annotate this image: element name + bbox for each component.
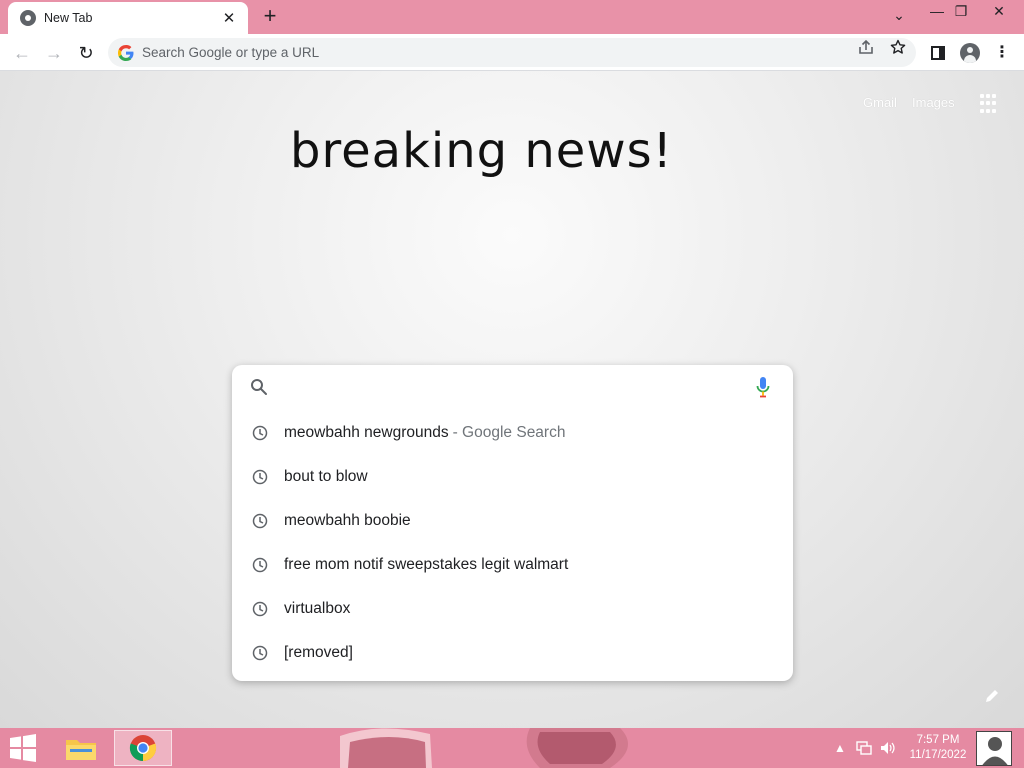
back-button[interactable]: ← [9,40,35,66]
taskbar-clock[interactable]: 7:57 PM 11/17/2022 [900,733,976,763]
suggestion-text: bout to blow [284,468,368,485]
file-explorer-icon [66,740,96,760]
volume-icon[interactable] [880,740,896,756]
images-link[interactable]: Images [912,95,955,110]
suggestion-item[interactable]: meowbahh newgrounds - Google Search [232,411,793,455]
search-row [232,365,793,409]
new-tab-button[interactable]: + [258,5,282,29]
wallpaper-peek [340,728,628,768]
clock-history-icon [252,601,268,617]
taskbar: ▲ 7:57 PM 11/17/2022 [0,728,1024,768]
reload-button[interactable]: ↻ [73,40,99,66]
chrome-icon [20,10,36,26]
pencil-icon[interactable] [984,688,1000,704]
suggestion-text: free mom notif sweepstakes legit walmart [284,556,569,573]
clock-history-icon [252,469,268,485]
side-panel-icon [931,46,945,60]
chrome-icon [129,735,157,762]
profile-button[interactable] [958,41,982,65]
clock-history-icon [252,425,268,441]
clock-date: 11/17/2022 [909,749,967,761]
tab-title: New Tab [44,11,93,25]
file-explorer-button[interactable] [52,730,110,766]
forward-button[interactable]: → [41,40,67,66]
clock-history-icon [252,513,268,529]
user-tile-icon[interactable] [976,731,1012,766]
suggestion-list: meowbahh newgrounds - Google Search bout t… [232,411,793,675]
star-icon[interactable] [888,39,908,59]
suggestion-suffix: - Google Search [452,424,566,441]
chrome-taskbar-button[interactable] [114,730,172,766]
suggestion-item[interactable]: virtualbox [232,587,793,631]
windows-logo-icon[interactable] [8,734,38,762]
clock-history-icon [252,645,268,661]
restore-button[interactable]: ❐ [946,0,976,24]
search-box: meowbahh newgrounds - Google Search bout t… [232,365,793,681]
network-icon[interactable] [856,740,872,756]
suggestion-text: virtualbox [284,600,351,617]
omnibox-input[interactable] [142,45,822,60]
suggestion-text: meowbahh boobie [284,512,411,529]
clock-history-icon [252,557,268,573]
tab-strip: New Tab ✕ + ⌄ — ❐ ✕ [0,0,1024,34]
apps-grid-icon[interactable] [980,94,1000,114]
suggestion-text: meowbahh newgrounds [284,424,449,441]
clock-time: 7:57 PM [916,734,960,746]
share-icon[interactable] [856,39,876,59]
suggestion-text: [removed] [284,644,353,661]
omnibox[interactable] [108,38,916,67]
new-tab-page: Gmail Images breaking news! meowbahh new… [0,71,1024,728]
doodle-text: breaking news! [290,123,673,179]
suggestion-item[interactable]: free mom notif sweepstakes legit walmart [232,543,793,587]
mic-icon[interactable] [755,376,771,398]
suggestion-item[interactable]: [removed] [232,631,793,675]
side-panel-button[interactable] [926,41,950,65]
show-hidden-icons-button[interactable]: ▲ [832,740,848,756]
suggestion-item[interactable]: meowbahh boobie [232,499,793,543]
search-icon [251,379,267,395]
gmail-link[interactable]: Gmail [863,95,897,110]
close-window-button[interactable]: ✕ [984,0,1014,24]
browser-toolbar: ← → ↻ ⋮ [0,34,1024,71]
tab-search-button[interactable]: ⌄ [884,4,914,28]
suggestion-item[interactable]: bout to blow [232,455,793,499]
profile-icon [960,43,980,63]
tab-new-tab[interactable]: New Tab ✕ [8,2,248,34]
search-input[interactable] [282,375,742,399]
menu-button[interactable]: ⋮ [990,41,1014,65]
google-g-icon [118,44,134,61]
tab-close-button[interactable]: ✕ [220,9,238,27]
